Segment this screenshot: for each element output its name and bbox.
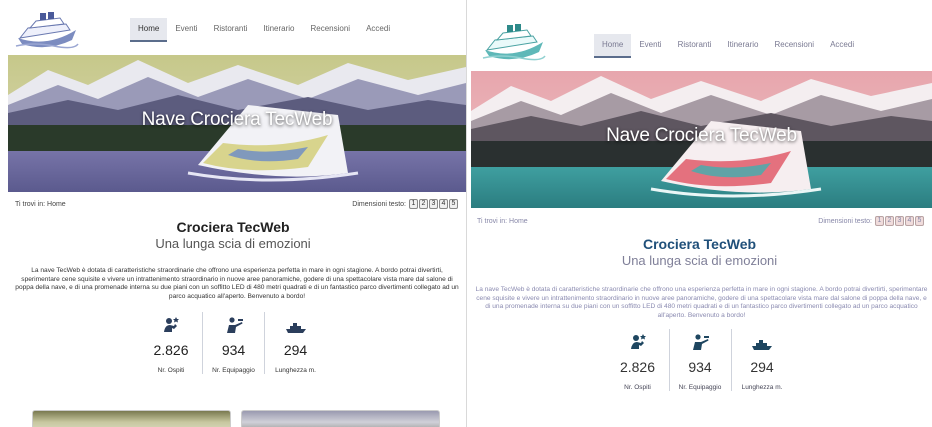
nav-item-itinerario[interactable]: Itinerario <box>719 34 766 58</box>
stat-guests: 2.826 Nr. Ospiti <box>607 329 669 391</box>
stat-length: 294 Lunghezza m. <box>264 312 326 374</box>
stat-length-caption: Lunghezza m. <box>275 367 316 374</box>
page-subtitle: Una lunga scia di emozioni <box>155 236 311 251</box>
nav-item-home[interactable]: Home <box>594 34 632 58</box>
text-size-3-button[interactable]: 3 <box>895 216 904 226</box>
text-size-1-button[interactable]: 1 <box>409 199 418 209</box>
page-heading: Crociera TecWeb Una lunga scia di emozio… <box>467 236 932 268</box>
stat-guests-caption: Nr. Ospiti <box>624 384 651 391</box>
stat-length-value: 294 <box>750 359 774 375</box>
breadcrumb: Ti trovi in: Home <box>15 200 66 208</box>
stat-length-value: 294 <box>283 342 308 358</box>
nav-item-recensioni[interactable]: Recensioni <box>303 18 359 42</box>
text-size-2-button[interactable]: 2 <box>419 199 428 209</box>
cruise-ship-logo-icon[interactable] <box>14 8 80 50</box>
nav-item-home[interactable]: Home <box>130 18 168 42</box>
page-panel-original: Home Eventi Ristoranti Itinerario Recens… <box>0 0 466 427</box>
hero-title: Nave Crociera TecWeb <box>141 109 333 130</box>
stat-crew-caption: Nr. Equipaggio <box>212 367 255 374</box>
nav-item-eventi[interactable]: Eventi <box>167 18 205 42</box>
stat-crew-value: 934 <box>688 359 712 375</box>
ship-length-icon <box>265 312 326 334</box>
breadcrumb-bar: Ti trovi in: Home Dimensioni testo: 1 2 … <box>15 199 458 209</box>
text-size-1-button[interactable]: 1 <box>875 216 884 226</box>
stat-crew-caption: Nr. Equipaggio <box>678 384 722 391</box>
stat-guests-caption: Nr. Ospiti <box>157 367 185 374</box>
breadcrumb: Ti trovi in: Home <box>477 217 528 225</box>
stat-guests-value: 2.826 <box>619 359 656 375</box>
header: Home Eventi Ristoranti Itinerario Recens… <box>0 0 466 55</box>
stats-row: 2.826 Nr. Ospiti 934 Nr. Equipaggio 294 … <box>0 312 466 374</box>
text-size-controls: Dimensioni testo: 1 2 3 4 5 <box>818 216 924 226</box>
text-size-4-button[interactable]: 4 <box>905 216 914 226</box>
guests-icon <box>140 312 202 334</box>
guests-icon <box>607 329 669 351</box>
stat-length: 294 Lunghezza m. <box>730 329 793 391</box>
hero-banner: Nave Crociera TecWeb <box>8 55 466 192</box>
nav-item-accedi[interactable]: Accedi <box>358 18 398 42</box>
hero-title: Nave Crociera TecWeb <box>606 125 797 146</box>
page-heading: Crociera TecWeb Una lunga scia di emozio… <box>0 219 466 251</box>
ship-length-icon <box>732 329 793 351</box>
text-size-5-button[interactable]: 5 <box>915 216 924 226</box>
page-subtitle: Una lunga scia di emozioni <box>621 253 778 268</box>
page-title: Crociera TecWeb <box>642 236 757 252</box>
nav-item-ristoranti[interactable]: Ristoranti <box>670 34 720 58</box>
main-nav: Home Eventi Ristoranti Itinerario Recens… <box>594 34 862 58</box>
nav-item-itinerario[interactable]: Itinerario <box>255 18 302 42</box>
nav-item-accedi[interactable]: Accedi <box>822 34 862 58</box>
gallery-thumbnail[interactable] <box>241 410 440 427</box>
description-text: La nave TecWeb è dotata di caratteristic… <box>15 267 459 300</box>
crew-icon <box>203 312 264 334</box>
gallery-thumbnail[interactable] <box>32 410 231 427</box>
crew-icon <box>670 329 731 351</box>
cruise-ship-logo-icon[interactable] <box>481 20 547 62</box>
gallery-strip <box>32 410 440 427</box>
page-panel-variant: Home Eventi Ristoranti Itinerario Recens… <box>467 0 932 427</box>
description-text: La nave TecWeb è dotata di caratteristic… <box>475 286 928 319</box>
hero-banner: Nave Crociera TecWeb <box>471 71 932 208</box>
text-size-label: Dimensioni testo: <box>352 200 406 208</box>
nav-item-eventi[interactable]: Eventi <box>631 34 669 58</box>
stat-crew: 934 Nr. Equipaggio <box>202 312 264 374</box>
nav-item-recensioni[interactable]: Recensioni <box>767 34 823 58</box>
nav-item-ristoranti[interactable]: Ristoranti <box>206 18 256 42</box>
breadcrumb-bar: Ti trovi in: Home Dimensioni testo: 1 2 … <box>477 216 924 226</box>
stat-guests-value: 2.826 <box>153 342 189 358</box>
stat-guests: 2.826 Nr. Ospiti <box>140 312 202 374</box>
stat-crew-value: 934 <box>221 342 246 358</box>
text-size-controls: Dimensioni testo: 1 2 3 4 5 <box>352 199 458 209</box>
header: Home Eventi Ristoranti Itinerario Recens… <box>467 0 932 71</box>
main-nav: Home Eventi Ristoranti Itinerario Recens… <box>130 18 398 42</box>
stats-row: 2.826 Nr. Ospiti 934 Nr. Equipaggio 294 … <box>467 329 932 391</box>
text-size-2-button[interactable]: 2 <box>885 216 894 226</box>
stat-length-caption: Lunghezza m. <box>741 384 783 391</box>
text-size-4-button[interactable]: 4 <box>439 199 448 209</box>
text-size-3-button[interactable]: 3 <box>429 199 438 209</box>
page-title: Crociera TecWeb <box>176 219 290 235</box>
stat-crew: 934 Nr. Equipaggio <box>668 329 731 391</box>
text-size-5-button[interactable]: 5 <box>449 199 458 209</box>
text-size-label: Dimensioni testo: <box>818 217 872 225</box>
